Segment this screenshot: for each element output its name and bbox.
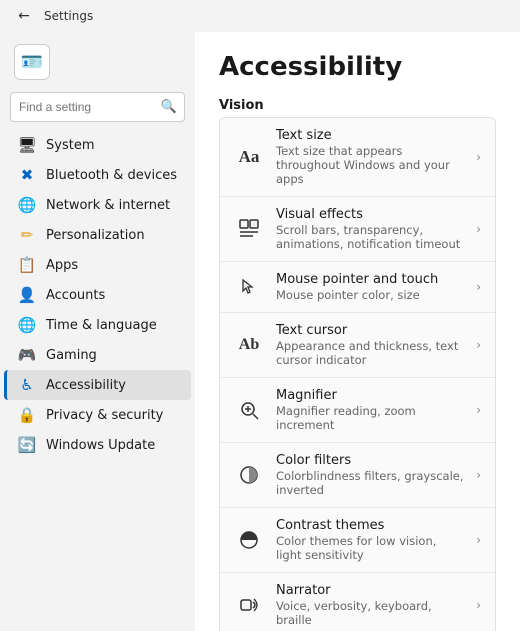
text-cursor-title: Text cursor [276, 323, 464, 338]
chevron-icon: › [476, 598, 481, 612]
contrast-themes-icon [234, 525, 264, 555]
text-cursor-desc: Appearance and thickness, text cursor in… [276, 339, 464, 367]
sidebar-label-time: Time & language [46, 318, 157, 333]
sidebar-item-privacy[interactable]: 🔒 Privacy & security [4, 400, 191, 430]
sidebar-label-personalization: Personalization [46, 228, 145, 243]
chevron-icon: › [476, 533, 481, 547]
text-size-desc: Text size that appears throughout Window… [276, 144, 464, 186]
sidebar-item-bluetooth[interactable]: ✖ Bluetooth & devices [4, 160, 191, 190]
sidebar-item-windows-update[interactable]: 🔄 Windows Update [4, 430, 191, 460]
bluetooth-icon: ✖ [18, 166, 36, 184]
visual-effects-title: Visual effects [276, 207, 464, 222]
personalization-icon: ✏ [18, 226, 36, 244]
network-icon: 🌐 [18, 196, 36, 214]
settings-item-mouse-pointer[interactable]: Mouse pointer and touch Mouse pointer co… [220, 262, 495, 313]
sidebar-label-system: System [46, 138, 94, 153]
main-layout: 🪪 🔍 🖥 System ✖ Bluetooth & devices 🌐 Net… [0, 32, 520, 631]
sidebar-item-system[interactable]: 🖥 System [4, 130, 191, 160]
back-button[interactable]: ← [12, 4, 36, 28]
visual-effects-desc: Scroll bars, transparency, animations, n… [276, 223, 464, 251]
accounts-icon: 👤 [18, 286, 36, 304]
settings-item-contrast-themes[interactable]: Contrast themes Color themes for low vis… [220, 508, 495, 573]
sidebar-label-accounts: Accounts [46, 288, 105, 303]
search-icon: 🔍 [161, 100, 177, 115]
content-area: Accessibility Vision Aa Text size Text s… [195, 32, 520, 631]
page-title: Accessibility [219, 52, 496, 82]
narrator-desc: Voice, verbosity, keyboard, braille [276, 599, 464, 627]
narrator-icon [234, 590, 264, 620]
sidebar-label-gaming: Gaming [46, 348, 97, 363]
text-cursor-icon: Ab [234, 330, 264, 360]
settings-item-magnifier[interactable]: Magnifier Magnifier reading, zoom increm… [220, 378, 495, 443]
contrast-themes-title: Contrast themes [276, 518, 464, 533]
sidebar-label-privacy: Privacy & security [46, 408, 163, 423]
sidebar-item-apps[interactable]: 📋 Apps [4, 250, 191, 280]
search-box: 🔍 [10, 92, 185, 122]
color-filters-icon [234, 460, 264, 490]
sidebar: 🪪 🔍 🖥 System ✖ Bluetooth & devices 🌐 Net… [0, 32, 195, 631]
gaming-icon: 🎮 [18, 346, 36, 364]
sidebar-label-windows-update: Windows Update [46, 438, 155, 453]
chevron-icon: › [476, 403, 481, 417]
color-filters-title: Color filters [276, 453, 464, 468]
mouse-pointer-desc: Mouse pointer color, size [276, 288, 464, 302]
privacy-icon: 🔒 [18, 406, 36, 424]
sidebar-item-accessibility[interactable]: ♿ Accessibility [4, 370, 191, 400]
narrator-title: Narrator [276, 583, 464, 598]
chevron-icon: › [476, 468, 481, 482]
system-icon: 🖥 [18, 136, 36, 154]
section-header-vision: Vision [219, 98, 496, 113]
settings-logo-icon: 🪪 [14, 44, 50, 80]
text-size-title: Text size [276, 128, 464, 143]
magnifier-icon [234, 395, 264, 425]
search-input[interactable] [10, 92, 185, 122]
settings-item-text-size[interactable]: Aa Text size Text size that appears thro… [220, 118, 495, 197]
chevron-icon: › [476, 150, 481, 164]
text-size-icon: Aa [234, 142, 264, 172]
settings-item-text-cursor[interactable]: Ab Text cursor Appearance and thickness,… [220, 313, 495, 378]
apps-icon: 📋 [18, 256, 36, 274]
sidebar-item-personalization[interactable]: ✏ Personalization [4, 220, 191, 250]
magnifier-title: Magnifier [276, 388, 464, 403]
sidebar-item-gaming[interactable]: 🎮 Gaming [4, 340, 191, 370]
settings-item-visual-effects[interactable]: Visual effects Scroll bars, transparency… [220, 197, 495, 262]
sidebar-label-network: Network & internet [46, 198, 170, 213]
chevron-icon: › [476, 338, 481, 352]
sidebar-item-time[interactable]: 🌐 Time & language [4, 310, 191, 340]
chevron-icon: › [476, 222, 481, 236]
magnifier-desc: Magnifier reading, zoom increment [276, 404, 464, 432]
mouse-pointer-title: Mouse pointer and touch [276, 272, 464, 287]
sidebar-item-accounts[interactable]: 👤 Accounts [4, 280, 191, 310]
sidebar-label-apps: Apps [46, 258, 78, 273]
time-icon: 🌐 [18, 316, 36, 334]
visual-effects-icon [234, 214, 264, 244]
title-bar-text: Settings [44, 9, 93, 23]
contrast-themes-desc: Color themes for low vision, light sensi… [276, 534, 464, 562]
settings-item-narrator[interactable]: Narrator Voice, verbosity, keyboard, bra… [220, 573, 495, 631]
sidebar-label-bluetooth: Bluetooth & devices [46, 168, 177, 183]
sidebar-logo: 🪪 [0, 32, 195, 88]
title-bar: ← Settings [0, 0, 520, 32]
accessibility-icon: ♿ [18, 376, 36, 394]
chevron-icon: › [476, 280, 481, 294]
settings-list-vision: Aa Text size Text size that appears thro… [219, 117, 496, 631]
sidebar-label-accessibility: Accessibility [46, 378, 126, 393]
settings-item-color-filters[interactable]: Color filters Colorblindness filters, gr… [220, 443, 495, 508]
sidebar-item-network[interactable]: 🌐 Network & internet [4, 190, 191, 220]
windows-update-icon: 🔄 [18, 436, 36, 454]
color-filters-desc: Colorblindness filters, grayscale, inver… [276, 469, 464, 497]
mouse-pointer-icon [234, 272, 264, 302]
